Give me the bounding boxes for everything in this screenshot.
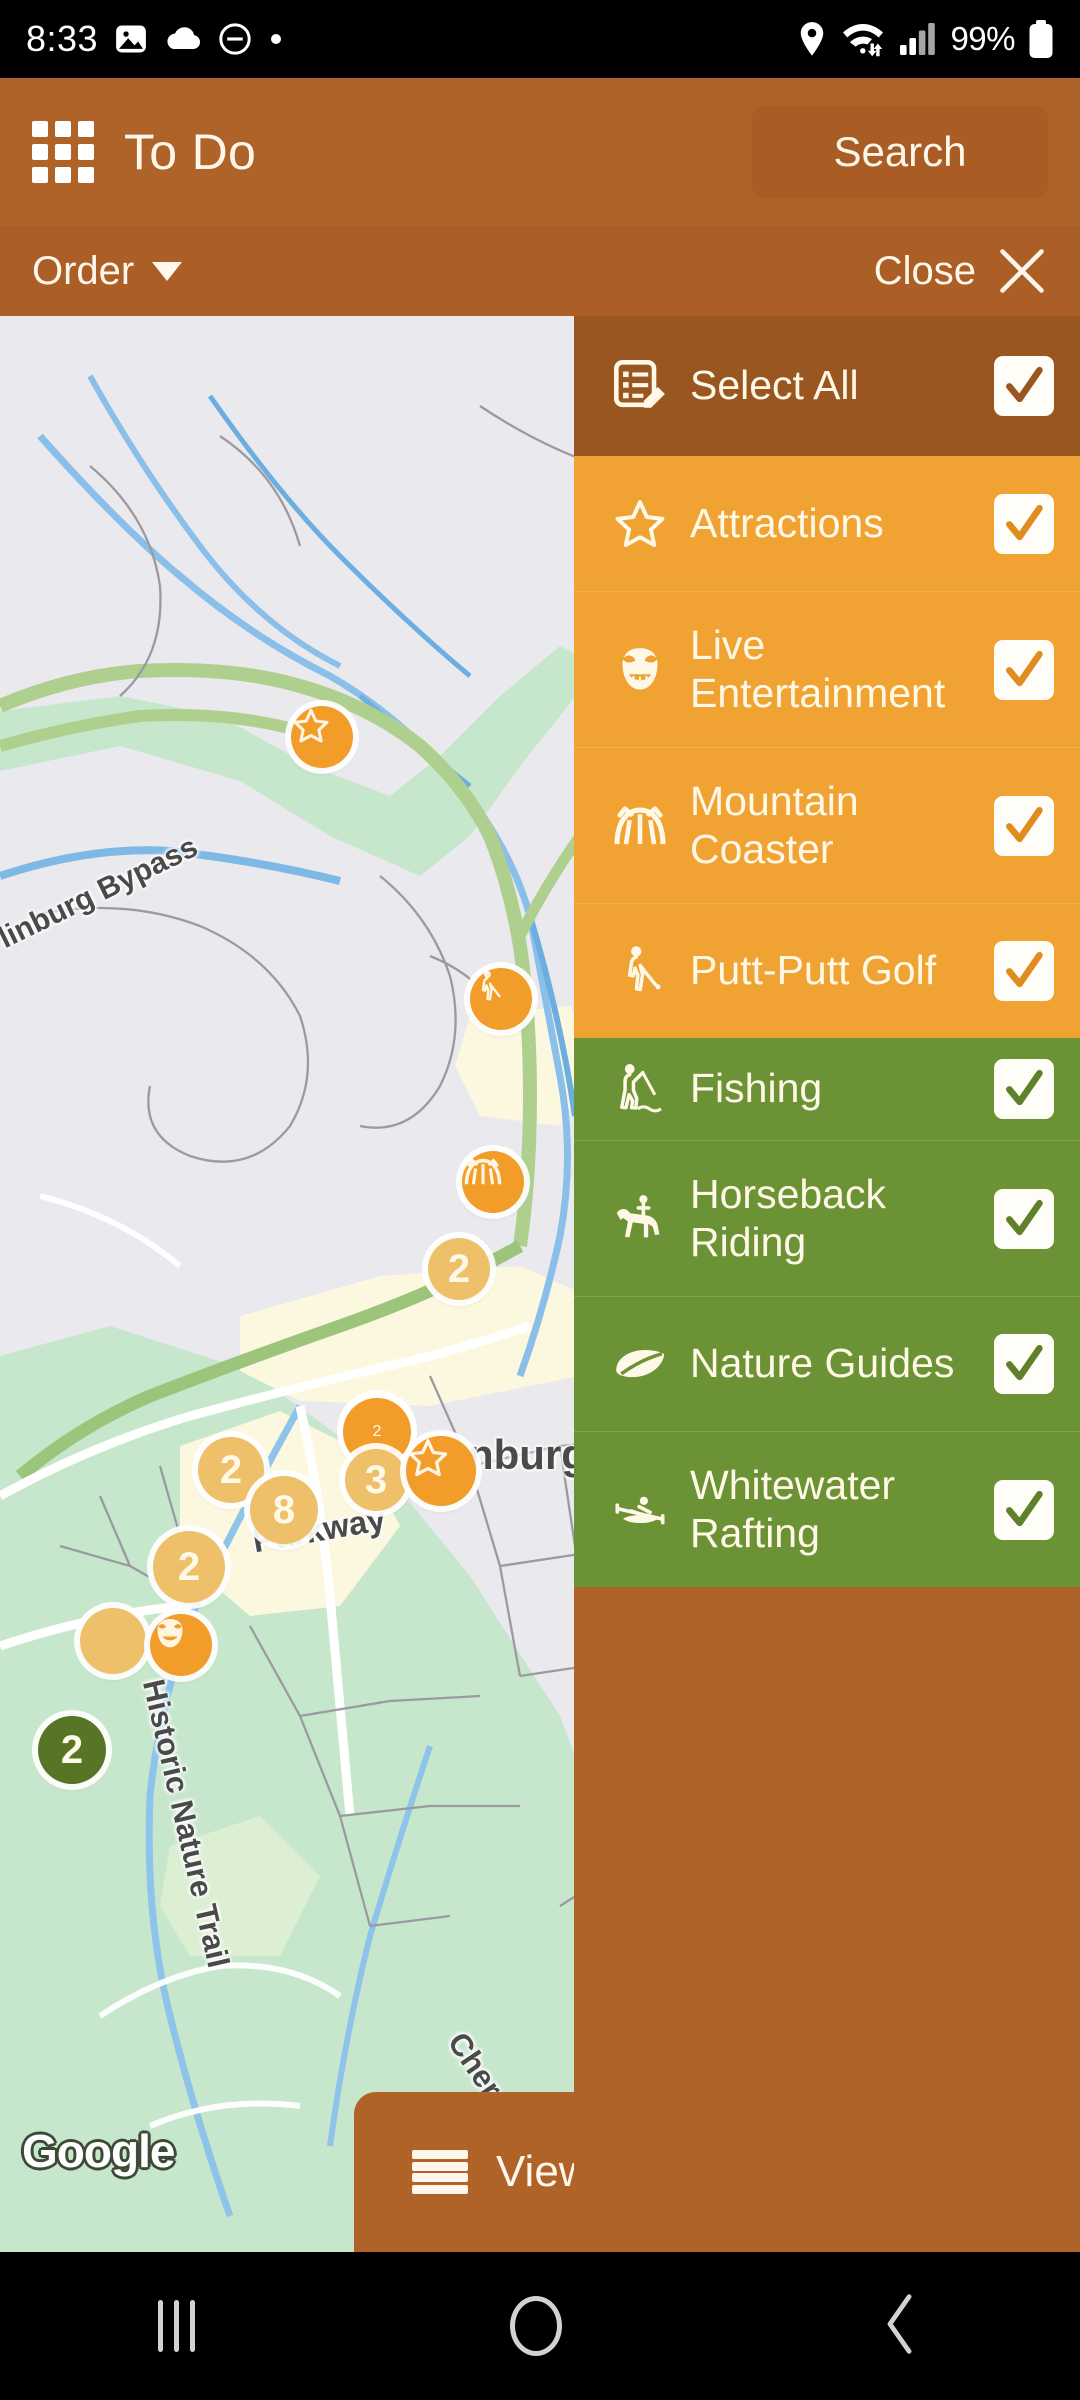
map-marker-entertainment[interactable]	[150, 1614, 212, 1676]
filter-label: Whitewater Rafting	[690, 1462, 896, 1556]
status-bar-left: 8:33	[26, 18, 284, 60]
map-marker-star[interactable]	[291, 706, 353, 768]
map-marker-cluster[interactable]	[80, 1608, 146, 1674]
signal-bars-icon	[899, 22, 937, 56]
grid-menu-icon[interactable]	[32, 121, 94, 183]
map-marker-cluster[interactable]: 2	[428, 1238, 490, 1300]
filter-checkbox-fishing[interactable]	[994, 1059, 1054, 1119]
map-marker-golf[interactable]	[470, 968, 532, 1030]
filter-row-fishing[interactable]: Fishing	[574, 1038, 1080, 1140]
filter-checkbox-live-entertainment[interactable]	[994, 639, 1054, 700]
order-label: Order	[32, 248, 135, 293]
list-icon	[412, 2150, 468, 2194]
horse-rider-icon	[604, 1190, 676, 1248]
filter-label: Horseback Riding	[690, 1171, 886, 1265]
location-pin-icon	[797, 20, 827, 58]
status-clock: 8:33	[26, 18, 99, 59]
filter-row-whitewater-rafting[interactable]: Whitewater Rafting	[574, 1431, 1080, 1587]
roller-coaster-icon	[464, 1158, 502, 1185]
recents-icon[interactable]	[157, 2300, 195, 2352]
home-icon[interactable]	[510, 2296, 563, 2356]
check-icon	[1006, 951, 1043, 988]
star-icon	[604, 496, 676, 552]
star-icon	[293, 708, 329, 743]
filter-row-select-all[interactable]: Select All	[574, 316, 1080, 456]
map-marker-cluster[interactable]: 3	[345, 1449, 407, 1511]
check-icon	[1006, 1069, 1043, 1106]
check-icon	[1006, 650, 1043, 686]
status-bar-right: 99%	[797, 19, 1054, 59]
check-icon	[1006, 806, 1043, 842]
list-edit-icon	[604, 357, 676, 415]
dot-icon	[268, 31, 284, 47]
filter-row-mountain-coaster[interactable]: Mountain Coaster	[574, 747, 1080, 903]
star-icon	[408, 1439, 448, 1477]
map-marker-cluster-green[interactable]: 2	[38, 1716, 106, 1784]
filter-row-nature-guides[interactable]: Nature Guides	[574, 1296, 1080, 1431]
roller-coaster-icon	[604, 797, 676, 855]
page-title: To Do	[124, 124, 257, 180]
filter-checkbox-mountain-coaster[interactable]	[994, 795, 1054, 856]
theater-masks-icon	[157, 1619, 183, 1648]
golfer-icon	[481, 970, 501, 1001]
close-label: Close	[873, 248, 976, 293]
filter-checkbox-attractions[interactable]	[994, 493, 1054, 554]
status-bar: 8:33 99%	[0, 0, 1080, 78]
golfer-icon	[604, 943, 676, 999]
close-button[interactable]: Close	[874, 245, 1048, 297]
filter-label: Putt-Putt Golf	[690, 947, 937, 994]
filter-panel: Select All Attractions Live Entertainmen…	[574, 316, 1080, 2252]
order-dropdown[interactable]: Order	[32, 248, 183, 294]
theater-masks-icon	[604, 642, 676, 698]
filter-label: Mountain Coaster	[690, 778, 859, 872]
google-attribution: Google	[22, 2125, 175, 2177]
filter-row-horseback-riding[interactable]: Horseback Riding	[574, 1140, 1080, 1296]
check-icon	[1006, 504, 1043, 540]
check-icon	[1006, 1490, 1043, 1526]
map-label: nburg	[468, 1431, 587, 1478]
phone-screen: 8:33 99% To Do Search Order Close linbur…	[0, 0, 1080, 2400]
battery-percent: 99%	[950, 20, 1015, 57]
order-close-bar: Order Close	[0, 226, 1080, 316]
chevron-down-icon	[152, 261, 183, 281]
filter-label: Select All	[690, 362, 859, 409]
filter-checkbox-select-all[interactable]	[994, 356, 1054, 416]
filter-row-attractions[interactable]: Attractions	[574, 456, 1080, 591]
app-header: To Do Search	[0, 78, 1080, 226]
filter-label: Fishing	[690, 1065, 823, 1112]
check-icon	[1006, 1199, 1043, 1235]
back-icon[interactable]	[878, 2293, 922, 2360]
map-marker-coaster[interactable]	[462, 1151, 524, 1213]
filter-row-live-entertainment[interactable]: Live Entertainment	[574, 591, 1080, 747]
filter-checkbox-putt-putt-golf[interactable]	[994, 941, 1054, 1001]
filter-checkbox-nature-guides[interactable]	[994, 1334, 1054, 1394]
filter-checkbox-whitewater-rafting[interactable]	[994, 1479, 1054, 1540]
do-not-disturb-icon	[218, 22, 252, 56]
filter-row-putt-putt-golf[interactable]: Putt-Putt Golf	[574, 903, 1080, 1038]
filter-label: Nature Guides	[690, 1340, 955, 1387]
battery-icon	[1028, 19, 1054, 59]
map-marker-cluster[interactable]: 2	[153, 1531, 225, 1603]
filter-checkbox-horseback-riding[interactable]	[994, 1188, 1054, 1249]
leaf-icon	[604, 1336, 676, 1392]
close-x-icon	[996, 245, 1048, 297]
fishing-icon	[604, 1061, 676, 1117]
wifi-icon	[840, 20, 886, 58]
check-icon	[1006, 1344, 1043, 1381]
filter-label: Attractions	[690, 499, 884, 546]
search-button[interactable]: Search	[752, 106, 1048, 198]
android-nav-bar	[0, 2252, 1080, 2400]
map-marker-star[interactable]	[406, 1436, 476, 1506]
image-icon	[114, 22, 148, 56]
filter-label: Live Entertainment	[690, 622, 946, 716]
kayak-icon	[604, 1481, 676, 1539]
cloud-icon	[164, 25, 202, 53]
map-marker-cluster[interactable]: 8	[250, 1476, 318, 1544]
check-icon	[1006, 366, 1043, 403]
